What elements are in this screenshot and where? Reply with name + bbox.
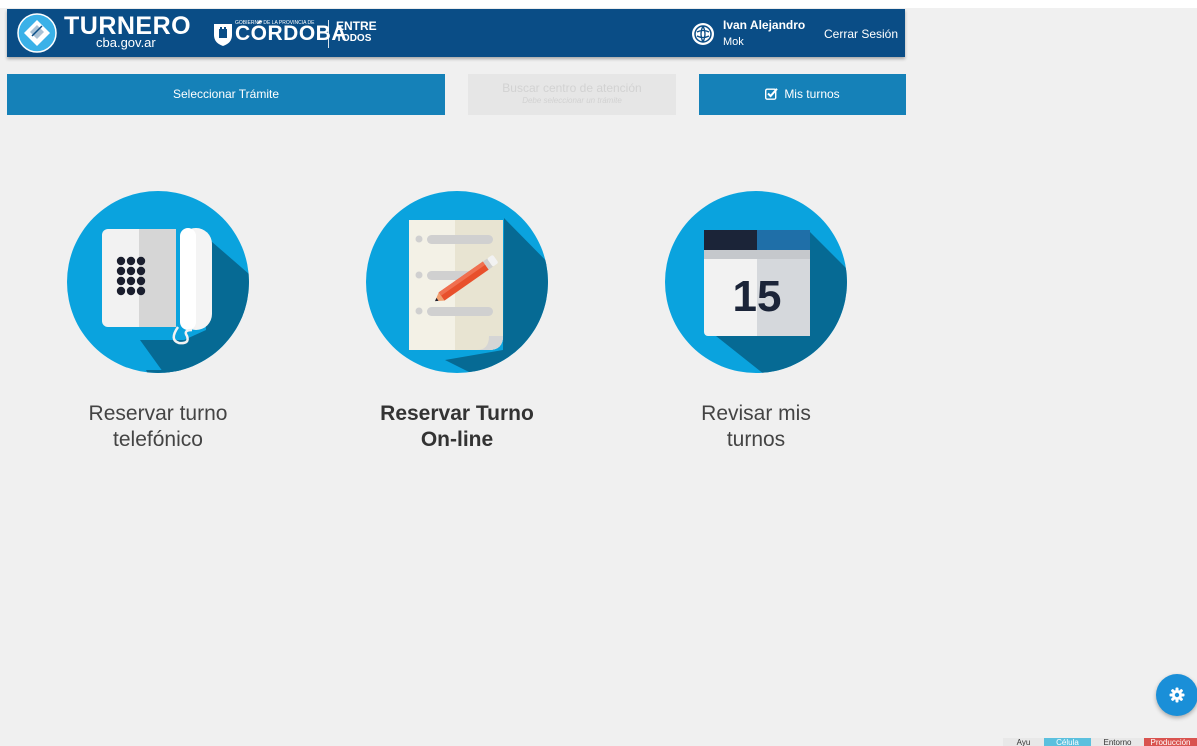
- telephone-icon: [67, 191, 249, 373]
- env-badge-production[interactable]: Producción: [1144, 738, 1197, 746]
- review-appointments-label: Revisar mis turnos: [606, 401, 906, 453]
- checkbox-checked-icon: [765, 88, 779, 101]
- online-reservation-label-line2: On-line: [420, 428, 494, 451]
- review-appointments-option[interactable]: 15 Revisar mis turnos: [606, 190, 906, 453]
- my-appointments-label: Mis turnos: [784, 87, 840, 101]
- user-last-name: Mok: [723, 36, 744, 48]
- user-first-name: Ivan Alejandro: [723, 18, 806, 32]
- search-center-step: Buscar centro de atención Debe seleccion…: [468, 74, 676, 115]
- review-appointments-label-line2: turnos: [726, 428, 786, 451]
- env-badge-environment[interactable]: Entorno: [1091, 738, 1144, 746]
- phone-reservation-label: Reservar turno telefónico: [8, 401, 308, 453]
- app-header: TURNERO cba.gov.ar GOBIERNO DE LA PROVIN…: [7, 9, 905, 57]
- env-badge-help[interactable]: Ayu: [1003, 738, 1044, 746]
- review-appointments-label-line1: Revisar mis: [701, 402, 811, 425]
- calendar-day-number: 15: [733, 272, 782, 321]
- online-reservation-option[interactable]: Reservar Turno On-line: [307, 190, 607, 453]
- phone-reservation-option[interactable]: Reservar turno telefónico: [8, 190, 308, 453]
- online-reservation-label-line1: Reservar Turno: [380, 402, 534, 425]
- gov-slogan-line2: TODOS: [336, 33, 372, 44]
- turnero-logo-icon: [17, 13, 57, 53]
- document-pencil-icon: [366, 191, 548, 373]
- search-center-hint: Debe seleccionar un trámite: [522, 96, 622, 105]
- search-center-title: Buscar centro de atención: [502, 81, 642, 95]
- brand-domain: cba.gov.ar: [96, 35, 156, 50]
- cordoba-crest-icon: [214, 24, 232, 46]
- calendar-icon: 15: [665, 191, 847, 373]
- phone-reservation-label-line1: Reservar turno: [88, 402, 228, 425]
- online-reservation-label: Reservar Turno On-line: [307, 401, 607, 453]
- select-procedure-button[interactable]: Seleccionar Trámite: [7, 74, 445, 115]
- my-appointments-button[interactable]: Mis turnos: [699, 74, 906, 115]
- env-badge-cell[interactable]: Célula: [1044, 738, 1091, 746]
- logout-link[interactable]: Cerrar Sesión: [824, 27, 898, 41]
- top-white-band: [0, 0, 1197, 8]
- settings-fab-button[interactable]: [1156, 674, 1197, 716]
- gov-slogan-line1: ENTRE: [336, 19, 377, 33]
- gov-divider: [328, 20, 329, 48]
- gear-icon: [1169, 687, 1185, 703]
- phone-reservation-label-line2: telefónico: [113, 428, 203, 451]
- select-procedure-label: Seleccionar Trámite: [172, 87, 280, 101]
- gov-province-name: CÓRDOBA: [235, 22, 347, 45]
- user-avatar-icon: [692, 23, 714, 45]
